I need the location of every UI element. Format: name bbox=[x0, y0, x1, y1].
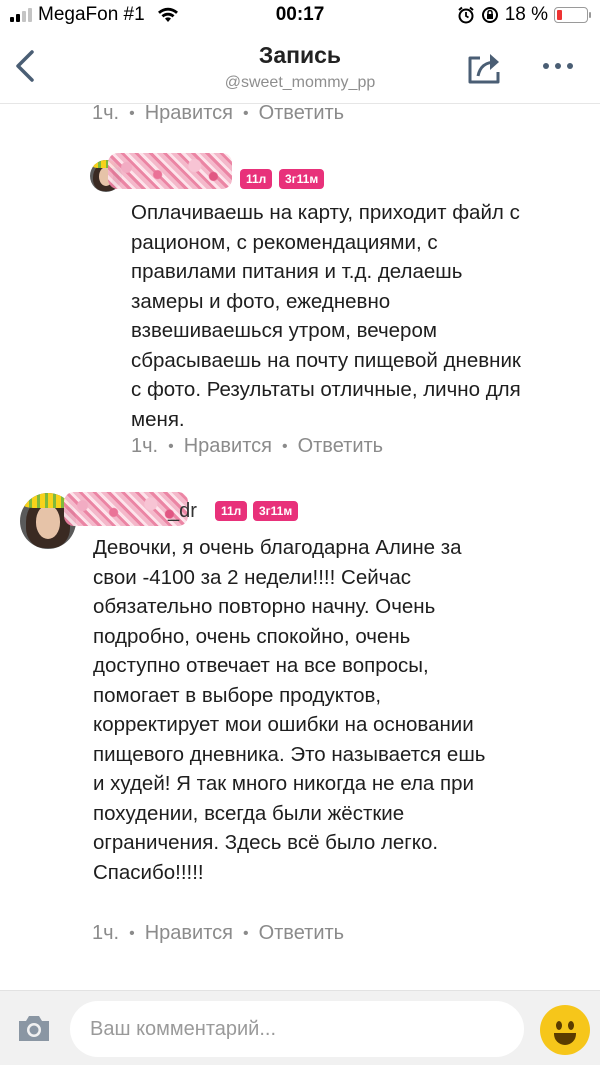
separator-dot: • bbox=[168, 437, 174, 455]
nav-header: Запись @sweet_mommy_pp bbox=[0, 34, 600, 98]
comment-meta: 1ч. • Нравится • Ответить bbox=[131, 435, 383, 458]
separator-dot: • bbox=[129, 924, 135, 942]
child-age-badge: 3г11м bbox=[279, 169, 325, 189]
child-age-badge: 3г11м bbox=[253, 501, 299, 521]
reply-button[interactable]: Ответить bbox=[259, 102, 345, 125]
rotation-lock-icon bbox=[481, 7, 498, 23]
comment-meta: 1ч. • Нравится • Ответить bbox=[92, 102, 344, 125]
page-title: Запись bbox=[258, 42, 342, 68]
status-bar: MegaFon #1 00:17 18 % bbox=[0, 0, 600, 32]
more-dots-icon[interactable] bbox=[540, 56, 576, 76]
username-redacted[interactable] bbox=[108, 153, 232, 189]
comment-input[interactable] bbox=[70, 1001, 524, 1057]
separator-dot: • bbox=[242, 104, 249, 122]
separator-dot: • bbox=[281, 437, 288, 455]
age-badge: 11л bbox=[215, 501, 248, 521]
battery-icon bbox=[554, 7, 591, 23]
battery-level-fill bbox=[557, 10, 563, 20]
separator-dot: • bbox=[242, 924, 249, 942]
like-button[interactable]: Нравится bbox=[145, 922, 233, 945]
comment-text: Девочки, я очень благодарна Алине за сво… bbox=[93, 536, 486, 884]
smiley-emoji-icon[interactable] bbox=[540, 1005, 590, 1055]
age-badge: 11л bbox=[240, 169, 273, 189]
page-subtitle: @sweet_mommy_pp bbox=[224, 74, 376, 91]
comment-meta: 1ч. • Нравится • Ответить bbox=[92, 922, 344, 945]
reply-button[interactable]: Ответить bbox=[298, 435, 384, 458]
battery-percent: 18 % bbox=[504, 4, 548, 25]
comment-time: 1ч. bbox=[92, 922, 120, 944]
separator-dot: • bbox=[129, 104, 135, 122]
alarm-icon bbox=[458, 6, 474, 24]
username-suffix[interactable]: _dr bbox=[168, 500, 197, 523]
camera-icon[interactable] bbox=[16, 1013, 52, 1043]
reply-button[interactable]: Ответить bbox=[259, 922, 345, 945]
comment-time: 1ч. bbox=[92, 102, 120, 124]
like-button[interactable]: Нравится bbox=[184, 435, 272, 458]
comment-bar bbox=[0, 990, 600, 1065]
share-icon[interactable] bbox=[466, 50, 504, 86]
comment-text: Оплачиваешь на карту, приходит файл с ра… bbox=[131, 201, 521, 431]
like-button[interactable]: Нравится bbox=[145, 102, 233, 125]
comment-time: 1ч. bbox=[131, 435, 159, 457]
status-right: 18 % bbox=[457, 4, 591, 26]
